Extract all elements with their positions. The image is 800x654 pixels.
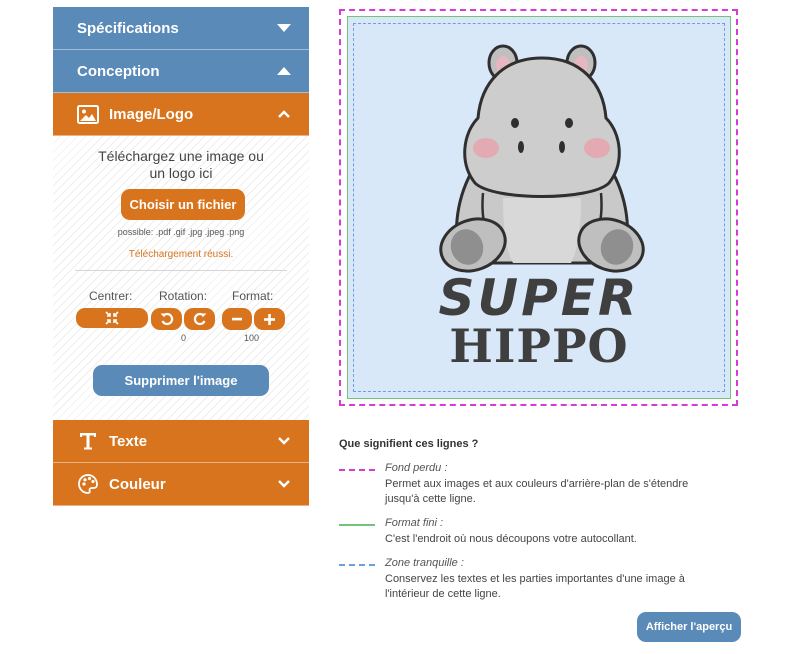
format-value: 100: [244, 333, 260, 343]
accordion-text-label: Texte: [109, 432, 148, 450]
bleed-line: [339, 9, 738, 406]
upload-instructions: Téléchargez une image ou un logo ici: [53, 148, 309, 182]
plus-icon: [264, 313, 275, 325]
text-icon: [77, 430, 99, 452]
center-icon: [105, 311, 119, 325]
accordion-color[interactable]: Couleur: [53, 463, 309, 506]
size-decrease-button[interactable]: [222, 308, 252, 330]
upload-status: Téléchargement réussi.: [128, 249, 234, 260]
show-preview-button[interactable]: Afficher l'aperçu: [637, 612, 741, 642]
palette-icon: [77, 473, 99, 495]
quiet-legend-line: [339, 564, 375, 566]
rotate-left-icon: [160, 312, 173, 326]
quiet-legend-name: Zone tranquille :: [385, 557, 464, 569]
accordion-specifications[interactable]: Spécifications: [53, 7, 309, 50]
design-panel: Spécifications Conception Image/Logo Tél…: [53, 7, 309, 506]
choose-file-button[interactable]: Choisir un fichier: [121, 189, 245, 220]
chevron-up-icon: [278, 110, 290, 118]
allowed-formats: possible: .pdf .gif .jpg .jpeg .png: [117, 227, 245, 237]
bleed-legend-name: Fond perdu :: [385, 462, 448, 474]
finish-legend-name: Format fini :: [385, 517, 444, 529]
legend-title: Que signifient ces lignes ?: [339, 438, 479, 450]
accordion-design[interactable]: Conception: [53, 50, 309, 93]
divider: [75, 270, 287, 271]
image-logo-panel: Téléchargez une image ou un logo ici Cho…: [53, 136, 309, 420]
accordion-design-label: Conception: [77, 62, 160, 80]
caret-down-icon: [277, 24, 291, 32]
size-increase-button[interactable]: [254, 308, 285, 330]
quiet-legend-description: Conservez les textes et les parties impo…: [385, 572, 745, 602]
center-label: Centrer:: [89, 289, 133, 303]
bleed-legend-line1: Permet aux images et aux couleurs d'arri…: [385, 478, 689, 490]
accordion-image-logo-label: Image/Logo: [109, 105, 194, 123]
finish-legend-description: C'est l'endroit où nous découpons votre …: [385, 532, 745, 547]
accordion-color-label: Couleur: [109, 475, 166, 493]
caret-up-icon: [277, 67, 291, 75]
image-icon: [77, 103, 99, 125]
quiet-legend-line2: l'intérieur de cette ligne.: [385, 588, 501, 600]
upload-instructions-line2: un logo ici: [149, 165, 213, 181]
rotate-right-icon: [193, 312, 206, 326]
rotate-right-button[interactable]: [184, 308, 215, 330]
chevron-down-icon: [278, 437, 290, 445]
minus-icon: [232, 317, 242, 321]
finish-legend-line: [339, 524, 375, 526]
accordion-specifications-label: Spécifications: [77, 19, 179, 37]
delete-image-button[interactable]: Supprimer l'image: [93, 365, 269, 396]
bleed-legend-description: Permet aux images et aux couleurs d'arri…: [385, 477, 745, 507]
chevron-down-icon: [278, 480, 290, 488]
format-label: Format:: [232, 289, 274, 303]
rotation-value: 0: [181, 333, 187, 343]
accordion-text[interactable]: Texte: [53, 420, 309, 463]
finish-legend-line1: C'est l'endroit où nous découpons votre …: [385, 533, 637, 545]
accordion-image-logo[interactable]: Image/Logo: [53, 93, 309, 136]
upload-instructions-line1: Téléchargez une image ou: [98, 148, 264, 164]
rotate-left-button[interactable]: [151, 308, 182, 330]
quiet-legend-line1: Conservez les textes et les parties impo…: [385, 573, 685, 585]
rotation-label: Rotation:: [159, 289, 208, 303]
bleed-legend-line: [339, 469, 375, 471]
center-button[interactable]: [76, 308, 148, 328]
bleed-legend-line2: jusqu'à cette ligne.: [385, 493, 476, 505]
